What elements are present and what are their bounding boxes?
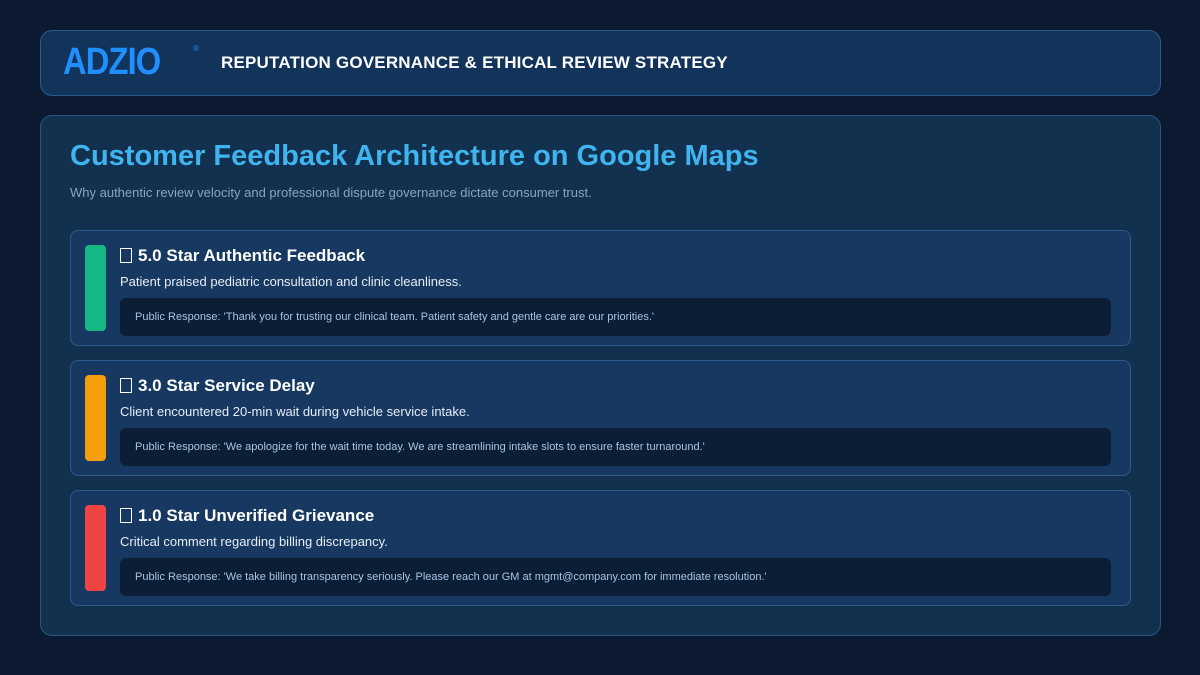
review-description: Client encountered 20-min wait during ve…	[120, 404, 470, 419]
registered-mark: ®	[193, 44, 199, 53]
review-card-5-star: 5.0 Star Authentic Feedback Patient prai…	[70, 230, 1131, 346]
review-title: 5.0 Star Authentic Feedback	[120, 246, 365, 266]
star-icon	[120, 508, 132, 523]
page-title: Customer Feedback Architecture on Google…	[70, 140, 759, 172]
header-title: REPUTATION GOVERNANCE & ETHICAL REVIEW S…	[221, 53, 728, 72]
review-card-1-star: 1.0 Star Unverified Grievance Critical c…	[70, 490, 1131, 606]
header-bar: ADZIO ® REPUTATION GOVERNANCE & ETHICAL …	[40, 30, 1161, 96]
review-description: Patient praised pediatric consultation a…	[120, 274, 462, 289]
review-description: Critical comment regarding billing discr…	[120, 534, 388, 549]
main-panel: Customer Feedback Architecture on Google…	[40, 115, 1161, 636]
public-response: Public Response: 'We apologize for the w…	[120, 428, 1111, 466]
rating-color-bar	[85, 505, 106, 591]
review-card-3-star: 3.0 Star Service Delay Client encountere…	[70, 360, 1131, 476]
star-icon	[120, 378, 132, 393]
public-response: Public Response: 'We take billing transp…	[120, 558, 1111, 596]
star-icon	[120, 248, 132, 263]
page-subtitle: Why authentic review velocity and profes…	[70, 185, 592, 200]
review-title-text: 1.0 Star Unverified Grievance	[138, 506, 375, 525]
review-title-text: 5.0 Star Authentic Feedback	[138, 246, 366, 265]
brand-logo: ADZIO	[63, 41, 161, 83]
rating-color-bar	[85, 245, 106, 331]
review-title: 3.0 Star Service Delay	[120, 376, 315, 396]
rating-color-bar	[85, 375, 106, 461]
review-title-text: 3.0 Star Service Delay	[138, 376, 315, 395]
review-title: 1.0 Star Unverified Grievance	[120, 506, 374, 526]
public-response: Public Response: 'Thank you for trusting…	[120, 298, 1111, 336]
